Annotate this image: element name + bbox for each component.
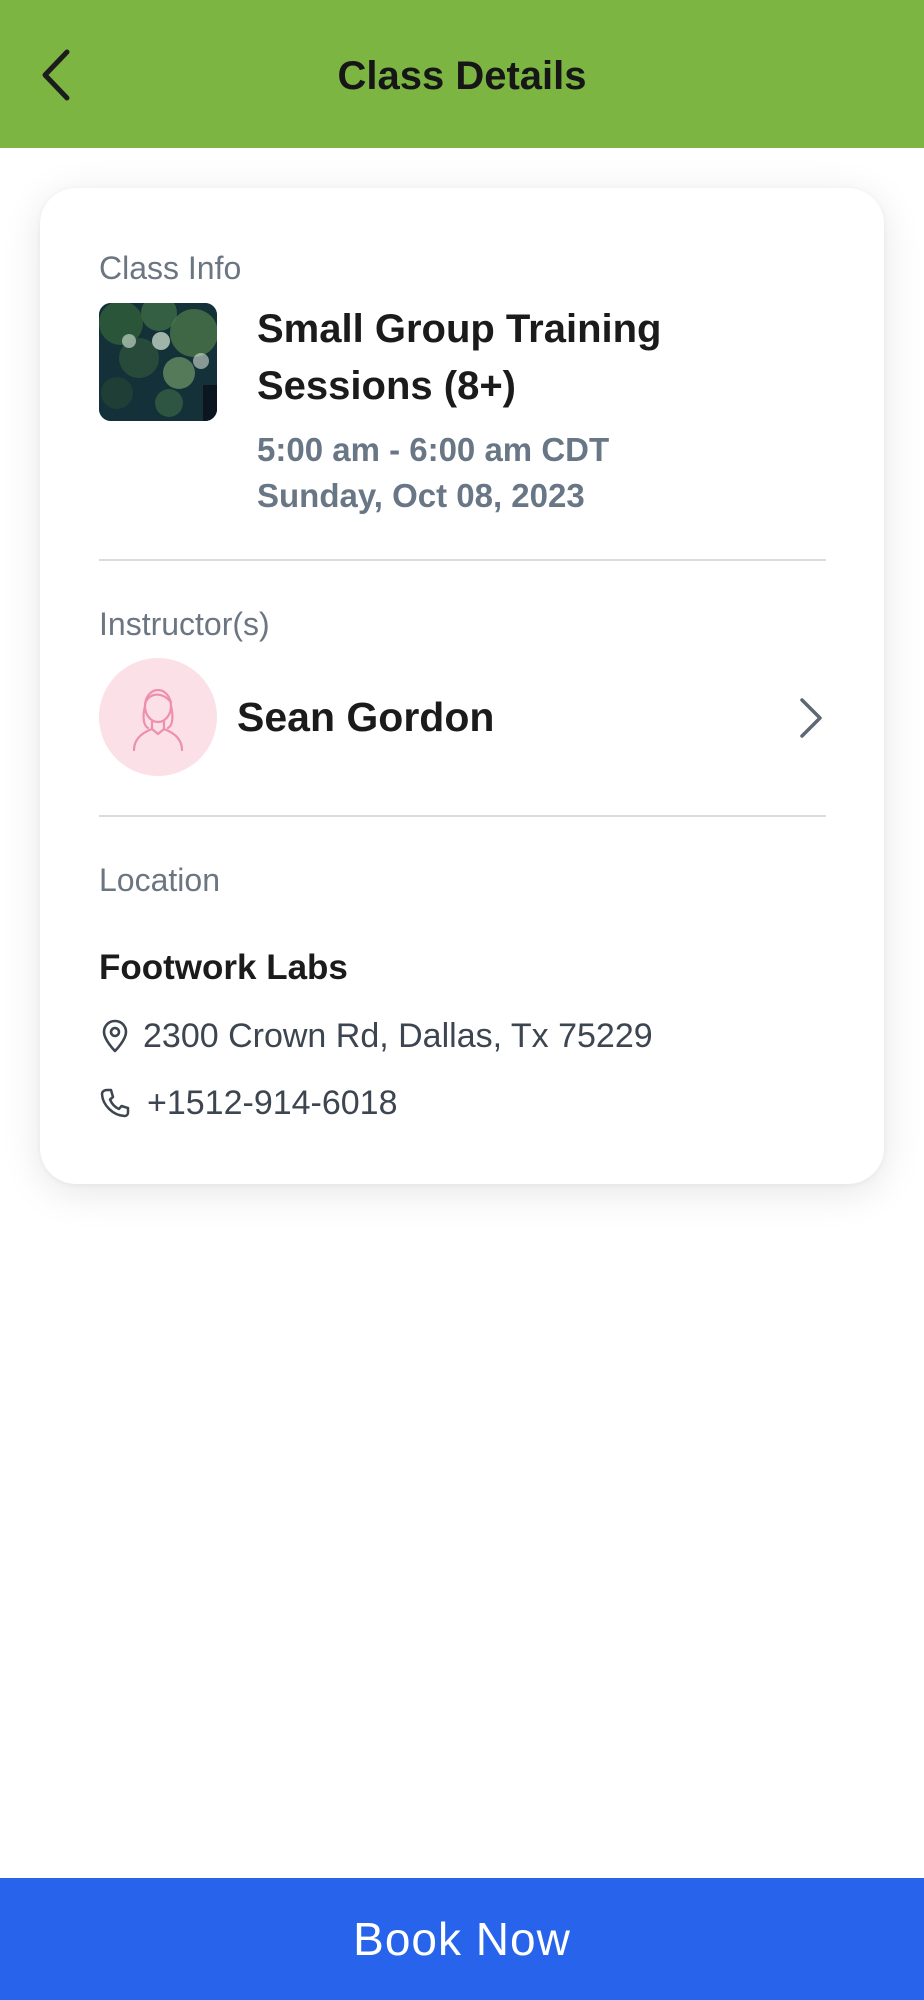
instructors-label: Instructor(s) (99, 606, 270, 642)
page-title: Class Details (337, 54, 587, 98)
instructor-name: Sean Gordon (237, 694, 495, 740)
chevron-right-icon (800, 698, 822, 738)
address-row[interactable]: 2300 Crown Rd, Dallas, Tx 75229 (99, 1014, 826, 1058)
class-date: Sunday, Oct 08, 2023 (257, 477, 585, 514)
phone-icon (99, 1085, 131, 1121)
class-time: 5:00 am - 6:00 am CDT (257, 431, 610, 468)
location-name: Footwork Labs (99, 948, 348, 987)
location-label: Location (99, 862, 220, 898)
class-details-card: Class Info Small Group Training Sessions… (40, 188, 884, 1184)
book-now-button[interactable]: Book Now (0, 1878, 924, 2000)
divider (99, 815, 826, 817)
person-outline-icon (132, 688, 184, 752)
phone-row[interactable]: +1512-914-6018 (99, 1081, 826, 1125)
class-title: Small Group Training Sessions (8+) (257, 307, 662, 408)
location-address: 2300 Crown Rd, Dallas, Tx 75229 (143, 1017, 653, 1055)
location-phone: +1512-914-6018 (147, 1084, 398, 1122)
divider (99, 559, 826, 561)
map-pin-icon (99, 1018, 131, 1054)
instructor-row[interactable]: Sean Gordon (99, 658, 826, 778)
top-bar: Class Details (0, 0, 924, 148)
class-info-label: Class Info (99, 250, 242, 286)
avatar (99, 658, 217, 776)
class-thumbnail (99, 303, 217, 421)
